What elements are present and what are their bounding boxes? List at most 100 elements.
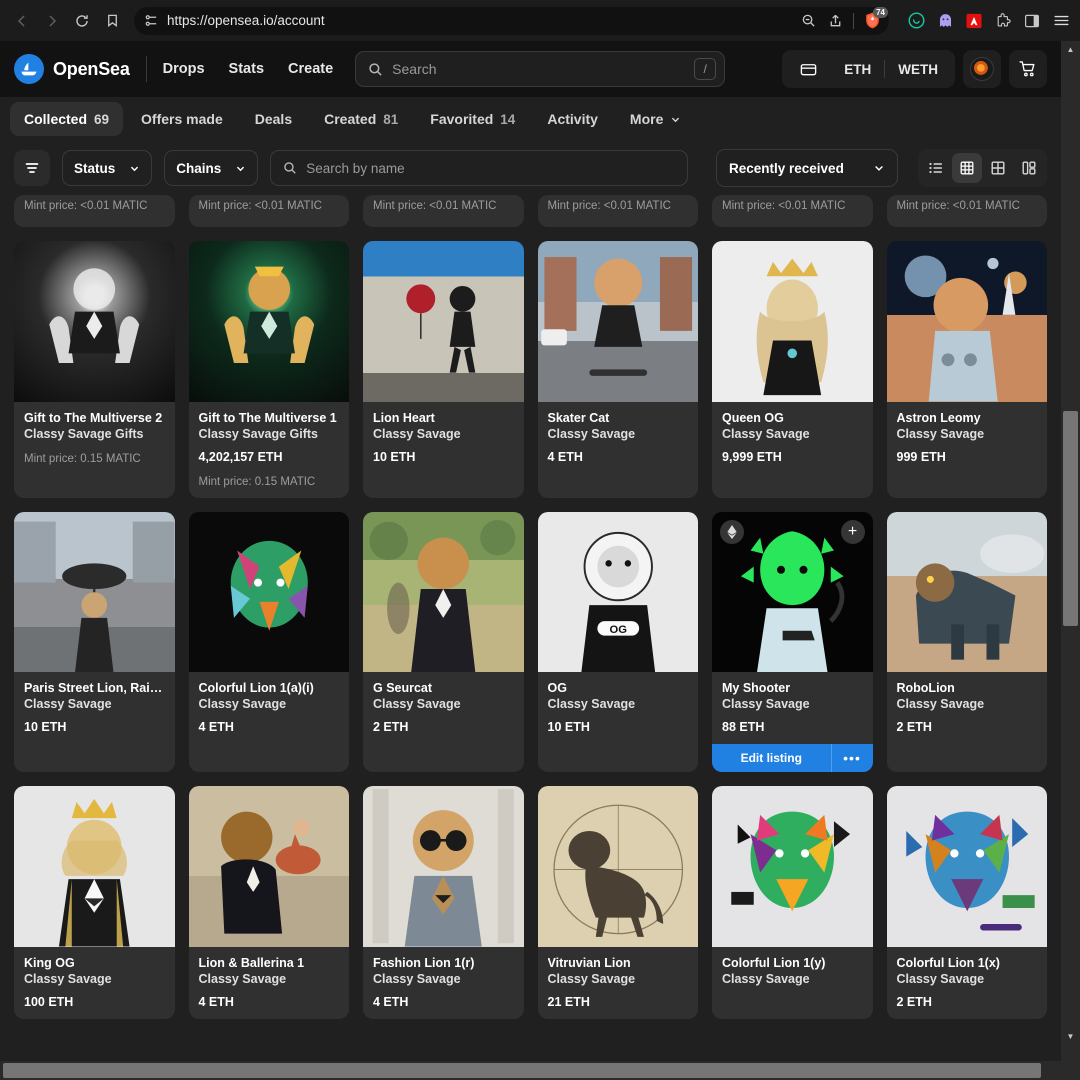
grid-small-view-button[interactable] — [952, 153, 982, 183]
nav-link-create[interactable]: Create — [288, 61, 333, 77]
chains-filter-dropdown[interactable]: Chains — [164, 150, 259, 186]
nft-card[interactable]: King OG Classy Savage 100 ETH — [14, 786, 175, 1019]
nft-card[interactable]: OG OG Classy Savage 10 ETH — [537, 511, 698, 772]
tab-favorited[interactable]: Favorited 14 — [416, 102, 529, 136]
nft-artwork[interactable] — [363, 786, 524, 947]
nft-title: Lion Heart — [373, 410, 435, 425]
zoom-out-icon[interactable] — [797, 10, 819, 32]
nav-link-stats[interactable]: Stats — [229, 61, 264, 77]
nft-card[interactable]: Colorful Lion 1(a)(i) Classy Savage 4 ET… — [188, 511, 349, 772]
nft-card[interactable]: Astron Leomy Classy Savage 999 ETH — [886, 241, 1047, 498]
share-icon[interactable] — [824, 10, 846, 32]
nft-card[interactable]: Colorful Lion 1(x) Classy Savage 2 ETH — [886, 786, 1047, 1019]
more-options-button[interactable]: ••• — [830, 744, 873, 772]
nft-artwork[interactable] — [188, 511, 349, 672]
nft-artwork[interactable] — [886, 241, 1047, 402]
nft-card[interactable]: Queen OG Classy Savage 9,999 ETH — [712, 241, 873, 498]
bookmark-icon[interactable] — [98, 7, 126, 35]
opensea-logo[interactable]: OpenSea — [14, 54, 130, 84]
nft-card[interactable]: Paris Street Lion, Rainy ... Classy Sava… — [14, 511, 175, 772]
nft-artwork[interactable] — [14, 786, 175, 947]
nft-artwork[interactable] — [712, 241, 873, 402]
nft-card-partial[interactable]: Mint price: <0.01 MATIC — [363, 195, 524, 227]
wallet-currency-group: ETH WETH — [782, 50, 955, 88]
grid-large-view-button[interactable] — [983, 153, 1013, 183]
nft-price: 4 ETH — [198, 720, 234, 734]
tab-deals[interactable]: Deals — [241, 102, 306, 136]
address-bar[interactable]: https://opensea.io/account 74 — [134, 6, 889, 35]
nft-card[interactable]: Lion & Ballerina 1 Classy Savage 4 ETH — [188, 786, 349, 1019]
nft-card[interactable]: + My Shooter Classy Savage 88 ETH Edit l… — [712, 511, 873, 772]
nft-card[interactable]: Skater Cat Classy Savage 4 ETH — [537, 241, 698, 498]
gallery-view-button[interactable] — [1014, 153, 1044, 183]
currency-eth-button[interactable]: ETH — [831, 54, 884, 84]
global-search-input[interactable]: Search / — [355, 51, 726, 87]
adobe-pdf-extension-icon[interactable] — [963, 10, 985, 32]
tab-more[interactable]: More — [616, 102, 695, 136]
nft-card-partial[interactable]: Mint price: <0.01 MATIC — [712, 195, 873, 227]
nft-artwork[interactable]: OG — [537, 511, 698, 672]
currency-weth-button[interactable]: WETH — [885, 54, 951, 84]
nft-artwork[interactable] — [886, 511, 1047, 672]
scroll-up-arrow[interactable]: ▲ — [1061, 41, 1080, 57]
nft-artwork[interactable] — [363, 511, 524, 672]
tab-created[interactable]: Created 81 — [310, 102, 412, 136]
tab-favorited-count: 14 — [500, 111, 516, 127]
nft-artwork[interactable] — [886, 786, 1047, 947]
nft-card-partial[interactable]: Mint price: <0.01 MATIC — [188, 195, 349, 227]
filter-icon[interactable] — [14, 150, 50, 186]
nav-link-drops[interactable]: Drops — [163, 61, 205, 77]
ghost-extension-icon[interactable] — [934, 10, 956, 32]
sort-dropdown[interactable]: Recently received — [716, 149, 898, 187]
nft-collection: Classy Savage — [896, 426, 985, 441]
back-arrow-icon[interactable] — [8, 7, 36, 35]
site-settings-icon[interactable] — [144, 13, 159, 28]
wallet-button[interactable] — [786, 54, 831, 84]
reload-icon[interactable] — [68, 7, 96, 35]
nft-card-partial[interactable]: Mint price: <0.01 MATIC — [886, 195, 1047, 227]
search-by-name-input[interactable]: Search by name — [270, 150, 689, 186]
nft-card[interactable]: RoboLion Classy Savage 2 ETH — [886, 511, 1047, 772]
vertical-scrollbar[interactable]: ▲ ▼ — [1061, 41, 1080, 1063]
nft-artwork[interactable] — [537, 241, 698, 402]
cart-icon[interactable] — [1009, 50, 1047, 88]
nft-card[interactable]: Vitruvian Lion Classy Savage 21 ETH — [537, 786, 698, 1019]
nft-artwork[interactable] — [188, 241, 349, 402]
nft-artwork[interactable] — [14, 511, 175, 672]
nft-card-partial[interactable]: Mint price: <0.01 MATIC — [537, 195, 698, 227]
brave-shields-icon[interactable]: 74 — [861, 6, 888, 32]
nft-collection: Classy Savage Gifts — [24, 426, 144, 441]
edit-listing-button[interactable]: Edit listing — [712, 744, 831, 772]
nft-card[interactable]: Colorful Lion 1(y) Classy Savage — [712, 786, 873, 1019]
nft-artwork[interactable] — [188, 786, 349, 947]
horizontal-scrollbar-thumb[interactable] — [3, 1063, 1041, 1078]
nft-artwork[interactable] — [537, 786, 698, 947]
nft-artwork[interactable]: + — [712, 511, 873, 672]
forward-arrow-icon[interactable] — [38, 7, 66, 35]
vertical-scrollbar-thumb[interactable] — [1063, 411, 1078, 626]
nft-artwork[interactable] — [14, 241, 175, 402]
scroll-down-arrow[interactable]: ▼ — [1061, 1028, 1080, 1044]
add-to-cart-icon[interactable]: + — [840, 519, 865, 544]
nft-card[interactable]: Lion Heart Classy Savage 10 ETH — [363, 241, 524, 498]
profile-avatar[interactable] — [963, 50, 1001, 88]
nft-artwork[interactable] — [363, 241, 524, 402]
nft-card[interactable]: G Seurcat Classy Savage 2 ETH — [363, 511, 524, 772]
nft-card-body: King OG Classy Savage 100 ETH — [14, 947, 175, 1019]
horizontal-scrollbar[interactable] — [0, 1061, 1080, 1080]
browser-menu-icon[interactable] — [1050, 10, 1072, 32]
nft-card[interactable]: Gift to The Multiverse 1 Classy Savage G… — [188, 241, 349, 498]
tab-activity[interactable]: Activity — [533, 102, 612, 136]
wallet-extension-icon[interactable] — [905, 10, 927, 32]
nft-artwork[interactable] — [712, 786, 873, 947]
extensions-puzzle-icon[interactable] — [992, 10, 1014, 32]
nft-card[interactable]: Gift to The Multiverse 2 Classy Savage G… — [14, 241, 175, 498]
nft-title: Lion & Ballerina 1 — [198, 955, 305, 970]
status-filter-dropdown[interactable]: Status — [62, 150, 153, 186]
sidebar-toggle-icon[interactable] — [1021, 10, 1043, 32]
tab-collected[interactable]: Collected 69 — [10, 102, 124, 136]
nft-card[interactable]: Fashion Lion 1(r) Classy Savage 4 ETH — [363, 786, 524, 1019]
list-view-button[interactable] — [921, 153, 951, 183]
nft-card-partial[interactable]: Mint price: <0.01 MATIC — [14, 195, 175, 227]
tab-offers-made[interactable]: Offers made — [127, 102, 237, 136]
